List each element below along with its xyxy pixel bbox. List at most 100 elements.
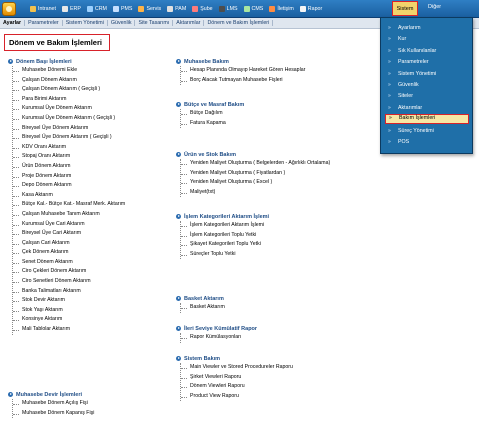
menu-link[interactable]: Bireysel Üye Cari Aktarım [13,229,178,239]
menu-link[interactable]: Stok Devir Aktarım [13,296,178,306]
top-nav-item[interactable]: İletişim [269,6,294,12]
dropdown-item[interactable]: Kur [385,34,469,44]
menu-link[interactable]: Dönem Viewleri Raporu [181,382,376,392]
dropdown-item[interactable]: Aktarımlar [385,103,469,113]
subnav-item[interactable]: Dönem ve Bakım İşlemleri [204,20,274,26]
top-nav-item[interactable]: CMS [243,6,263,12]
menu-link[interactable]: Yeniden Maliyet Oluşturma ( Fiyatlardan … [181,169,376,179]
menu-link[interactable]: İşlem Kategorileri Toplu Yetki [181,231,376,241]
section-header: Muhasebe Bakım [176,57,376,66]
top-nav-sistem[interactable]: Sistem [392,1,418,16]
menu-link[interactable]: Yeniden Maliyet Oluşturma ( Belgelerden … [181,159,376,169]
dropdown-item[interactable]: Ayarlarım [385,23,469,33]
menu-link[interactable]: Kurumsal Üye Cari Aktarım [13,220,178,230]
menu-link[interactable]: Çalışan Dönem Aktarım [13,76,178,86]
subnav-item[interactable]: Ayarlar [0,20,26,26]
menu-link[interactable]: Şikayet Kategorileri Toplu Yetki [181,240,376,250]
menu-link[interactable]: Para Birimi Aktarım [13,95,178,105]
menu-link[interactable]: Muhasebe Dönem Açılış Fişi [13,399,178,409]
dropdown-item[interactable]: Güvenlik [385,80,469,90]
top-nav-item[interactable]: PAM [167,6,186,12]
menu-link[interactable]: Çek Dönem Aktarım [13,248,178,258]
section-title: Muhasebe Devir İşlemleri [16,391,83,398]
menu-link[interactable]: Çalışan Cari Aktarım [13,239,178,249]
app-logo[interactable] [2,2,16,16]
section-items: Yeniden Maliyet Oluşturma ( Belgelerden … [180,159,376,198]
menu-link[interactable]: Senet Dönem Aktarım [13,258,178,268]
menu-link[interactable]: Stopaj Oranı Aktarım [13,152,178,162]
right-section: İşlem Kategorileri Aktarım İşlemi İşlem K… [176,212,376,260]
dropdown-item-selected[interactable]: Bakım İşlemleri [385,114,469,125]
arrow-right-icon [176,102,181,107]
top-nav-item[interactable]: Intranet [30,6,56,12]
menu-link[interactable]: Bireysel Üye Dönem Aktarım ( Geçişli ) [13,133,178,143]
section-title: Muhasebe Bakım [184,58,229,65]
menu-link[interactable]: Bütçe Kal.- Bütçe Kat.- Masraf Merk. Akt… [13,200,178,210]
menu-link[interactable]: Hesap Planında Olmayıp Hareket Gören Hes… [181,66,376,76]
menu-link[interactable]: Bütçe Dağılım [181,109,376,119]
menu-link[interactable]: Kurumsal Üye Dönem Aktarım [13,104,178,114]
subnav-item[interactable]: Aktarımlar [173,20,205,26]
menu-link[interactable]: İşlem Kategorileri Aktarım İşlemi [181,221,376,231]
section-title: İşlem Kategorileri Aktarım İşlemi [184,213,270,220]
menu-link[interactable]: Mali Tablolar Aktarım [13,325,178,335]
intranet-icon [30,6,36,12]
dropdown-item[interactable]: POS [385,137,469,147]
menu-link[interactable]: Maliyet(txt) [181,188,376,198]
section-title: Ürün ve Stok Bakım [184,151,236,158]
top-nav-item[interactable]: ERP [61,6,81,12]
subnav-item[interactable]: Sistem Yönetimi [63,20,108,26]
crm-icon [86,6,93,12]
subnav-item[interactable]: Parametreler [25,20,63,26]
subnav-item[interactable]: Güvenlik [108,20,136,26]
dropdown-item[interactable]: Sistem Yönetimi [385,69,469,79]
menu-link[interactable]: Kurumsal Üye Dönem Aktarım ( Geçişli ) [13,114,178,124]
menu-link[interactable]: Muhasebe Dönem Kapanış Fişi [13,409,178,419]
top-nav-item[interactable]: Servis [138,6,161,12]
menu-link[interactable]: Ürün Dönem Aktarım [13,162,178,172]
menu-link[interactable]: Çalışan Muhasebe Tanım Aktarım [13,210,178,220]
sistem-dropdown-menu: AyarlarımKur Sık KullanılanlarParametrele… [380,17,473,154]
menu-link[interactable]: Konsinye Aktarım [13,315,178,325]
top-nav-item[interactable]: PMS [112,6,132,12]
top-nav-item[interactable]: LMS [218,6,238,12]
dropdown-item[interactable]: Siteler [385,91,469,101]
top-nav-item[interactable]: CRM [86,6,107,12]
menu-link[interactable]: Main Viewler ve Stored Procedureler Rapo… [181,363,376,373]
menu-link[interactable]: Yeniden Maliyet Oluşturma ( Excel ) [181,178,376,188]
top-nav-label: ERP [69,6,81,12]
top-nav-item[interactable]: Rapor [299,6,322,12]
menu-link[interactable]: KDV Oranı Aktarım [13,143,178,153]
menu-link[interactable]: Bireysel Üye Dönem Aktarım [13,124,178,134]
section-header: Muhasebe Devir İşlemleri [8,390,178,399]
pam-icon [167,6,174,12]
top-nav-item[interactable]: Şube [192,6,213,12]
menu-link[interactable]: Banka Talimatları Aktarım [13,287,178,297]
dropdown-item[interactable]: Süreç Yönetimi [385,126,469,136]
menu-link[interactable]: Fatura Kapama [181,119,376,129]
menu-link[interactable]: Kasa Aktarım [13,191,178,201]
menu-link[interactable]: Proje Dönem Aktarım [13,172,178,182]
top-nav-label: CRM [94,6,107,12]
menu-link[interactable]: Çalışan Dönem Aktarım ( Geçişli ) [13,85,178,95]
menu-link[interactable]: Rapor Kümülasyonları [181,333,376,343]
iletisim-icon [269,6,276,12]
menu-link[interactable]: Ciro Senetleri Dönem Aktarım [13,277,178,287]
menu-link[interactable]: Şirket Viewleri Raporu [181,373,376,383]
menu-link[interactable]: Muhasebe Dönemi Ekle [13,66,178,76]
dropdown-item[interactable]: Parametreler [385,57,469,67]
menu-link[interactable]: Borç Alacak Tutmayan Muhasebe Fişleri [181,76,376,86]
left-column: Dönem Başı İşlemleri Muhasebe Dönemi Ekl… [8,57,178,335]
menu-link[interactable]: Product View Raporu [181,392,376,402]
menu-link[interactable]: Depo Dönem Aktarım [13,181,178,191]
arrow-right-icon [176,326,181,331]
top-nav-diger[interactable]: Diğer [428,4,441,10]
menu-link[interactable]: Ciro Çekleri Dönem Aktarım [13,267,178,277]
menu-link[interactable]: Süreçler Toplu Yetki [181,250,376,260]
menu-link[interactable]: Stok Yaşı Aktarım [13,306,178,316]
dropdown-item[interactable]: Sık Kullanılanlar [385,46,469,56]
subnav-item[interactable]: Site Tasarımı [135,20,174,26]
arrow-right-icon [176,296,181,301]
menu-link[interactable]: Basket Aktarım [181,303,376,313]
section-header: İleri Seviye Kümülatif Rapor [176,324,376,333]
